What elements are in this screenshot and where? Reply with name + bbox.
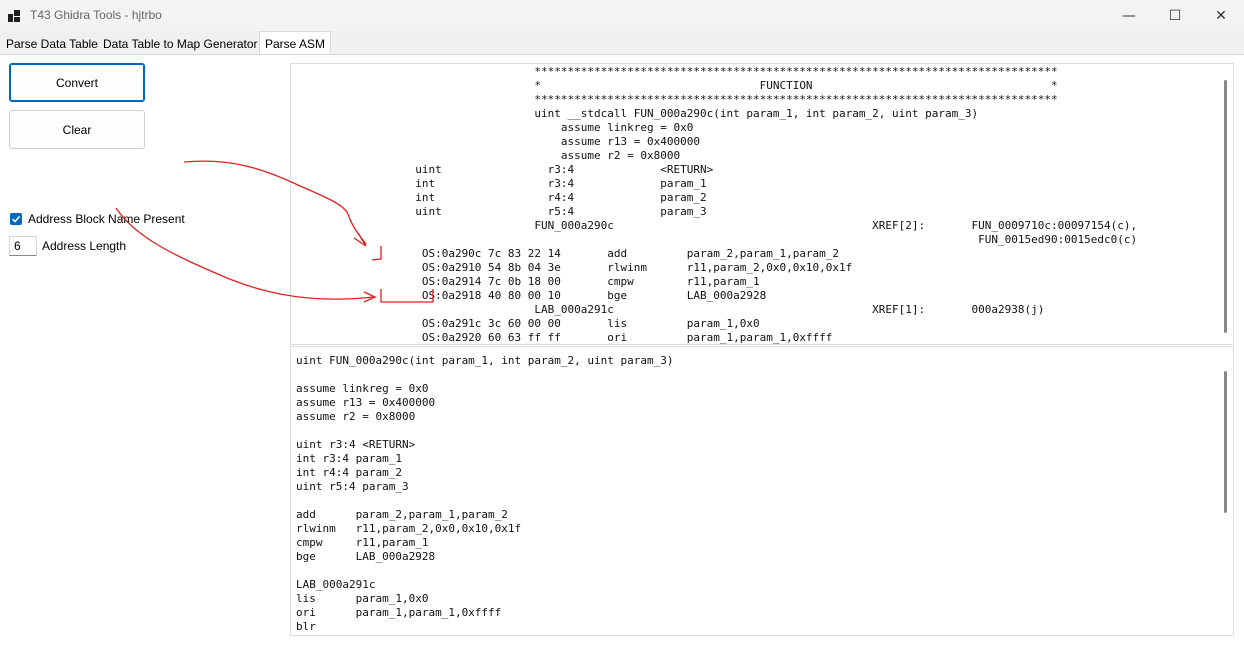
output-scrollbar[interactable]	[1224, 371, 1227, 513]
close-button[interactable]: ✕	[1198, 0, 1244, 31]
app-icon	[8, 10, 20, 22]
input-scrollbar[interactable]	[1224, 80, 1227, 333]
tab-parse-data-table[interactable]: Parse Data Table	[1, 34, 103, 54]
address-block-checkbox[interactable]	[10, 213, 22, 225]
address-length-input[interactable]: 6	[9, 236, 37, 256]
asm-output-textbox[interactable]: uint FUN_000a290c(int param_1, int param…	[290, 346, 1234, 636]
tab-data-table-to-map-generator[interactable]: Data Table to Map Generator	[98, 34, 263, 54]
address-length-option: 6 Address Length	[9, 235, 126, 257]
minimize-button[interactable]: —	[1106, 0, 1152, 31]
maximize-icon: ☐	[1168, 7, 1182, 24]
convert-button[interactable]: Convert	[9, 63, 145, 102]
title-bar: T43 Ghidra Tools - hjtrbo — ☐ ✕	[0, 0, 1244, 31]
asm-input-textbox[interactable]: ****************************************…	[290, 63, 1234, 345]
window-title: T43 Ghidra Tools - hjtrbo	[30, 8, 162, 22]
tab-parse-asm[interactable]: Parse ASM	[259, 31, 332, 56]
tab-strip: Parse Data Table Data Table to Map Gener…	[0, 31, 1244, 56]
check-icon	[11, 215, 21, 223]
address-length-label: Address Length	[42, 239, 127, 253]
clear-button[interactable]: Clear	[9, 110, 145, 149]
address-block-option: Address Block Name Present	[10, 211, 185, 227]
minimize-icon: —	[1122, 7, 1136, 24]
close-icon: ✕	[1215, 7, 1227, 24]
asm-input-text: ****************************************…	[415, 65, 1138, 344]
parse-asm-page: Convert Clear Address Block Name Present…	[0, 54, 1244, 648]
address-block-label: Address Block Name Present	[28, 212, 185, 226]
asm-output-text: uint FUN_000a290c(int param_1, int param…	[296, 354, 674, 633]
maximize-button[interactable]: ☐	[1152, 0, 1198, 31]
